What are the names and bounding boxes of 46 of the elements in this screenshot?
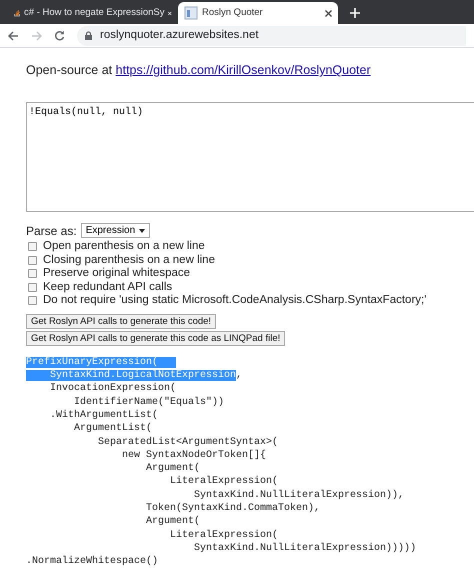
code-line: new SyntaxNodeOrToken[]{ bbox=[121, 448, 268, 462]
code-line: SyntaxKind.NullLiteralExpression)), bbox=[193, 488, 406, 502]
code-line: .NormalizeWhitespace() bbox=[26, 555, 160, 568]
reload-icon[interactable] bbox=[54, 30, 65, 41]
checkbox[interactable] bbox=[28, 296, 37, 306]
checkbox[interactable] bbox=[28, 282, 37, 292]
option-label: Closing parenthesis on a new line bbox=[43, 252, 215, 268]
url-text: roslynquoter.azurewebsites.net bbox=[100, 28, 259, 43]
intro-text: Open-source at https://github.com/KirillOsenkov/RoslynQuoter bbox=[26, 62, 372, 79]
new-tab-icon[interactable] bbox=[350, 8, 360, 18]
page-icon bbox=[184, 6, 198, 20]
code-line: SyntaxKind.LogicalNotExpression, bbox=[26, 369, 474, 382]
generate-button[interactable]: Get Roslyn API calls to generate this code as LINQPad file! bbox=[26, 330, 286, 346]
code-line: Argument( bbox=[145, 515, 202, 529]
tab-title: Roslyn Quoter bbox=[202, 6, 264, 20]
forward-arrow-icon[interactable] bbox=[31, 30, 42, 40]
close-icon[interactable] bbox=[325, 10, 332, 16]
back-arrow-icon[interactable] bbox=[8, 30, 19, 40]
checkbox[interactable] bbox=[28, 269, 37, 278]
option-label: Open parenthesis on a new line bbox=[43, 238, 205, 254]
address-bar[interactable]: roslynquoter.azurewebsites.net bbox=[77, 26, 466, 46]
parse-as-label: Parse as: bbox=[26, 222, 77, 240]
code-line: .WithArgumentList( bbox=[49, 408, 160, 422]
browser-tab[interactable]: Roslyn Quoter bbox=[178, 2, 338, 24]
code-line: SyntaxKind.NullLiteralExpression))))) bbox=[193, 542, 418, 556]
code-line: ArgumentList( bbox=[73, 422, 154, 436]
checkbox[interactable] bbox=[28, 242, 37, 252]
code-line: SeparatedList<ArgumentSyntax>( bbox=[97, 436, 280, 449]
code-line: Token(SyntaxKind.CommaToken), bbox=[145, 502, 322, 516]
tab-title: c# - How to negate ExpressionSy bbox=[24, 6, 164, 20]
source-code-field[interactable]: !Equals(null, null) bbox=[26, 102, 474, 212]
code-line: LiteralExpression( bbox=[169, 475, 280, 489]
checkbox[interactable] bbox=[28, 256, 37, 265]
option-label: Do not require 'using static Microsoft.CodeAnalysis.CSharp.SyntaxFactory;' bbox=[43, 293, 426, 308]
code-line: IdentifierName("Equals")) bbox=[73, 396, 226, 409]
dropdown-arrow-icon bbox=[139, 228, 146, 233]
code-line: LiteralExpression( bbox=[169, 528, 280, 542]
lock-icon bbox=[85, 31, 92, 40]
code-line: Argument( bbox=[145, 462, 202, 476]
code-line: PrefixUnaryExpression( bbox=[26, 356, 474, 370]
option-label: Keep redundant API calls bbox=[43, 280, 172, 294]
option-label: Preserve original whitespace bbox=[43, 266, 190, 282]
parse-as-dropdown[interactable]: Expression bbox=[80, 223, 150, 238]
code-line: InvocationExpression( bbox=[49, 382, 178, 396]
github-link[interactable]: https://github.com/KirillOsenkov/RoslynQuoter bbox=[116, 63, 371, 77]
generate-button[interactable]: Get Roslyn API calls to generate this code! bbox=[26, 314, 216, 329]
